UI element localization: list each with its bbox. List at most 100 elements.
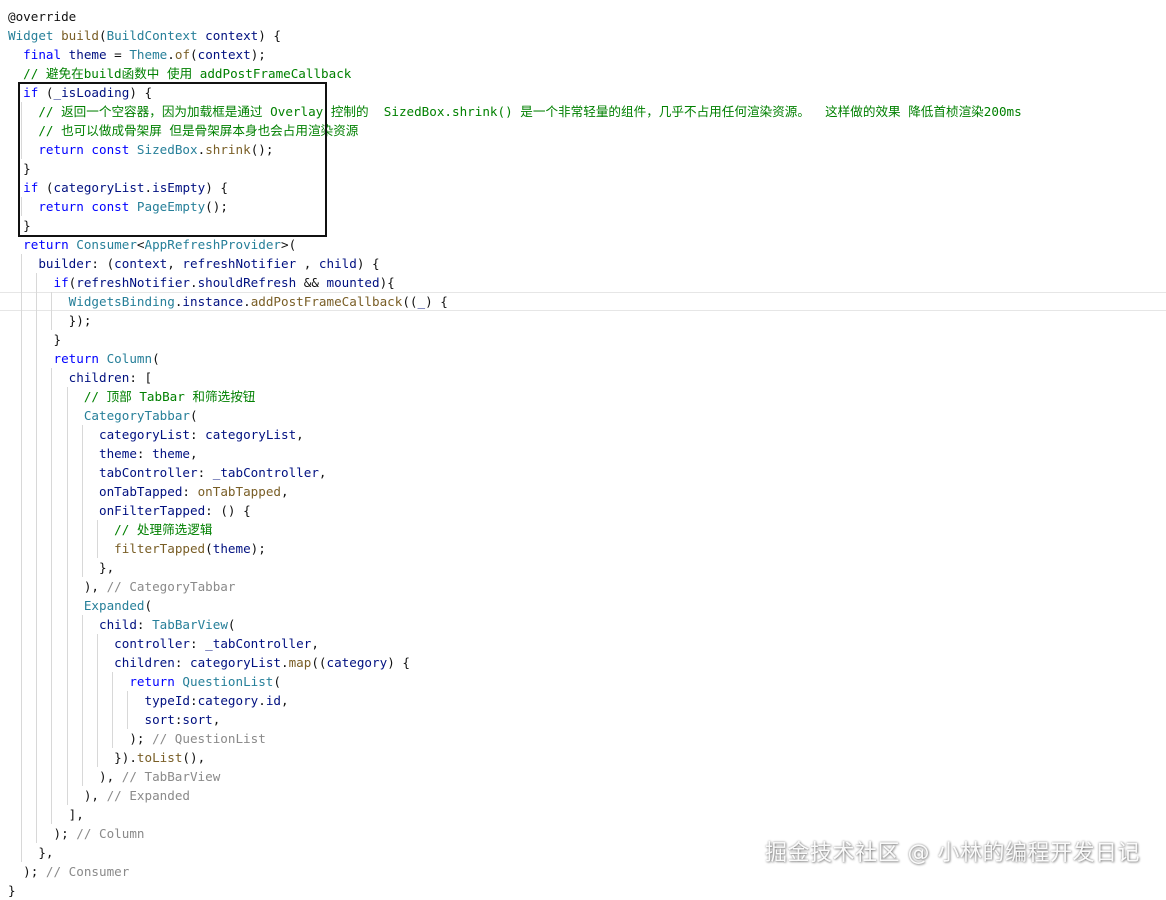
- code-line[interactable]: child: TabBarView(: [8, 615, 1022, 634]
- code-line[interactable]: if (_isLoading) {: [8, 83, 1022, 102]
- code-token: refreshNotifier: [182, 256, 304, 271]
- code-line[interactable]: }: [8, 216, 1022, 235]
- code-token: categoryList: [190, 655, 281, 670]
- indent-guide: [36, 539, 38, 558]
- code-line[interactable]: if(refreshNotifier.shouldRefresh && moun…: [8, 273, 1022, 292]
- code-line[interactable]: CategoryTabbar(: [8, 406, 1022, 425]
- indent-guide: [81, 653, 83, 672]
- code-line[interactable]: theme: theme,: [8, 444, 1022, 463]
- code-line[interactable]: children: [: [8, 368, 1022, 387]
- code-line[interactable]: }: [8, 330, 1022, 349]
- code-line[interactable]: ), // TabBarView: [8, 767, 1022, 786]
- code-line[interactable]: }).toList(),: [8, 748, 1022, 767]
- code-line[interactable]: // 处理筛选逻辑: [8, 520, 1022, 539]
- indent-guide: [21, 273, 23, 292]
- code-token: return: [23, 237, 77, 252]
- code-token: ((: [311, 655, 327, 670]
- code-line[interactable]: ],: [8, 805, 1022, 824]
- indent-guide: [66, 596, 68, 615]
- code-line[interactable]: // 避免在build函数中 使用 addPostFrameCallback: [8, 64, 1022, 83]
- code-line[interactable]: WidgetsBinding.instance.addPostFrameCall…: [8, 292, 1022, 311]
- code-line[interactable]: return Consumer<AppRefreshProvider>(: [8, 235, 1022, 254]
- code-token: (: [144, 598, 153, 613]
- code-token: (: [190, 47, 198, 62]
- code-line[interactable]: return Column(: [8, 349, 1022, 368]
- code-token: child: [99, 617, 137, 632]
- code-token: theme: [212, 541, 251, 556]
- indent-guide: [66, 786, 68, 805]
- code-line[interactable]: children: categoryList.map((category) {: [8, 653, 1022, 672]
- code-line[interactable]: onFilterTapped: () {: [8, 501, 1022, 520]
- code-token: theme: [99, 446, 137, 461]
- code-token: ) {: [258, 28, 281, 43]
- code-token: );: [8, 731, 153, 746]
- indent-guide: [112, 710, 114, 729]
- indent-guide: [21, 786, 23, 805]
- indent-guide: [66, 615, 68, 634]
- code-token: CategoryTabbar: [83, 408, 190, 423]
- code-token: ((: [402, 294, 418, 309]
- indent-guide: [66, 444, 68, 463]
- code-line[interactable]: }: [8, 159, 1022, 178]
- code-line[interactable]: filterTapped(theme);: [8, 539, 1022, 558]
- code-token: );: [8, 826, 77, 841]
- code-token: // Column: [76, 826, 145, 841]
- code-line[interactable]: });: [8, 311, 1022, 330]
- code-line[interactable]: if (categoryList.isEmpty) {: [8, 178, 1022, 197]
- code-token: sort: [144, 712, 175, 727]
- code-line[interactable]: ); // QuestionList: [8, 729, 1022, 748]
- code-line[interactable]: Expanded(: [8, 596, 1022, 615]
- code-line[interactable]: controller: _tabController,: [8, 634, 1022, 653]
- code-line[interactable]: builder: (context, refreshNotifier , chi…: [8, 254, 1022, 273]
- code-line[interactable]: },: [8, 558, 1022, 577]
- indent-guide: [96, 710, 98, 729]
- indent-guide: [36, 330, 38, 349]
- code-token: ],: [8, 807, 84, 822]
- code-line[interactable]: tabController: _tabController,: [8, 463, 1022, 482]
- code-token: // CategoryTabbar: [106, 579, 236, 594]
- code-token: isEmpty: [152, 180, 206, 195]
- code-line[interactable]: return const PageEmpty();: [8, 197, 1022, 216]
- code-token: ,: [281, 693, 289, 708]
- indent-guide: [21, 710, 23, 729]
- code-line[interactable]: // 也可以做成骨架屏 但是骨架屏本身也会占用渲染资源: [8, 121, 1022, 140]
- code-line[interactable]: typeId:category.id,: [8, 691, 1022, 710]
- code-token: ();: [250, 142, 274, 157]
- indent-guide: [112, 672, 114, 691]
- code-line[interactable]: sort:sort,: [8, 710, 1022, 729]
- code-token: WidgetsBinding: [68, 294, 175, 309]
- code-line[interactable]: ), // CategoryTabbar: [8, 577, 1022, 596]
- code-line[interactable]: // 返回一个空容器，因为加载框是通过 Overlay 控制的 SizedBox…: [8, 102, 1022, 121]
- indent-guide: [51, 615, 53, 634]
- code-line[interactable]: onTabTapped: onTabTapped,: [8, 482, 1022, 501]
- code-token: _tabController: [205, 636, 312, 651]
- code-line[interactable]: ), // Expanded: [8, 786, 1022, 805]
- indent-guide: [81, 710, 83, 729]
- code-token: if: [23, 180, 46, 195]
- code-token: (: [273, 674, 281, 689]
- code-line[interactable]: // 顶部 TabBar 和筛选按钮: [8, 387, 1022, 406]
- code-content[interactable]: @override Widget build(BuildContext conte…: [8, 7, 1022, 900]
- code-line[interactable]: return QuestionList(: [8, 672, 1022, 691]
- indent-guide: [21, 596, 23, 615]
- indent-guide: [21, 140, 23, 159]
- code-line[interactable]: final theme = Theme.of(context);: [8, 45, 1022, 64]
- code-editor[interactable]: @override Widget build(BuildContext conte…: [0, 0, 1166, 898]
- indent-guide: [51, 748, 53, 767]
- code-line[interactable]: categoryList: categoryList,: [8, 425, 1022, 444]
- indent-guide: [36, 767, 38, 786]
- code-line[interactable]: return const SizedBox.shrink();: [8, 140, 1022, 159]
- indent-guide: [81, 539, 83, 558]
- indent-guide: [51, 463, 53, 482]
- code-line[interactable]: Widget build(BuildContext context) {: [8, 26, 1022, 45]
- indent-guide: [36, 615, 38, 634]
- code-token: ,: [167, 256, 183, 271]
- indent-guide: [66, 653, 68, 672]
- code-token: : (: [91, 256, 115, 271]
- code-line[interactable]: @override: [8, 7, 1022, 26]
